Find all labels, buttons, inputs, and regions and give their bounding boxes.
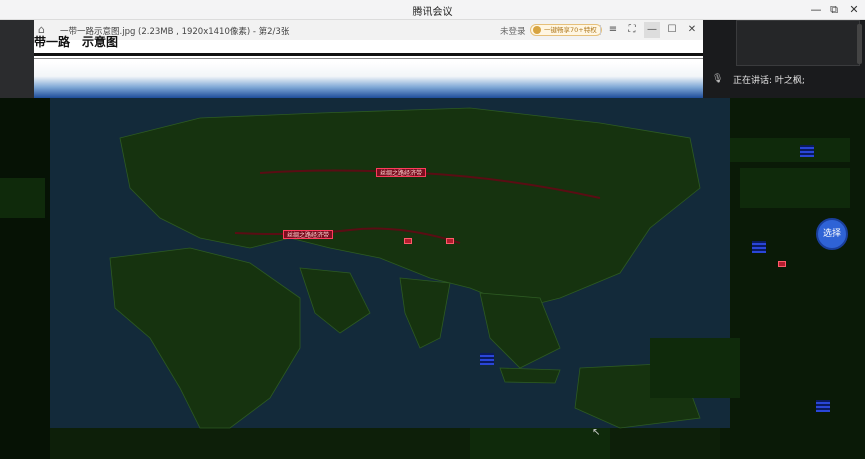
speaking-indicator: 🎙 正在讲话: 叶之枫; — [703, 68, 865, 98]
minimize-button[interactable]: — — [808, 2, 824, 18]
toolbar-divider — [600, 25, 601, 35]
shared-map-area: 丝绸之路经济带 丝绸之路经济带 — [0, 98, 865, 459]
menu-button[interactable]: ≡ — [605, 22, 621, 38]
microphone-icon: 🎙 — [712, 74, 724, 84]
participant-panel: 🎙 正在讲话: 叶之枫; — [703, 20, 865, 98]
viewer-titlebar: ⌂ 一带一路示意图.jpg (2.23MB , 1920x1410像素) - 第… — [34, 20, 703, 40]
viewer-minimize-button[interactable]: — — [644, 22, 660, 38]
route-label-north: 丝绸之路经济带 — [376, 168, 427, 177]
restore-button[interactable]: ⧉ — [826, 2, 842, 18]
world-map — [0, 98, 865, 459]
tencent-meeting-window: 腾讯会议 — ⧉ ✕ ⌂ 一带一路示意图.jpg (2.23MB , 1920x… — [0, 0, 865, 459]
heading-rule — [34, 53, 703, 56]
login-link[interactable]: 未登录 — [500, 25, 526, 37]
document-heading: 带一路 示意图 — [34, 35, 119, 49]
route-marker — [778, 261, 786, 267]
fullscreen-button[interactable]: ⛶ — [624, 22, 640, 38]
viewer-maximize-button[interactable]: ☐ — [664, 22, 680, 38]
blue-marker — [800, 145, 814, 157]
viewer-close-button[interactable]: ✕ — [684, 22, 700, 38]
app-title: 腾讯会议 — [412, 7, 453, 18]
left-panel-strip — [0, 20, 34, 98]
heading-rule-thin — [34, 58, 703, 59]
route-marker — [404, 238, 412, 244]
blue-marker — [816, 400, 830, 412]
coin-icon — [533, 26, 541, 34]
close-button[interactable]: ✕ — [846, 2, 862, 18]
blue-marker — [480, 353, 494, 365]
blue-marker — [752, 241, 766, 253]
route-label-central: 丝绸之路经济带 — [283, 230, 334, 239]
route-marker — [446, 238, 454, 244]
map-preview-strip — [34, 62, 703, 98]
video-thumbnail[interactable] — [736, 20, 860, 66]
speaking-text: 正在讲话: 叶之枫; — [733, 76, 805, 86]
upgrade-label: 一键畅享70+特权 — [544, 26, 597, 34]
image-viewer-window: ⌂ 一带一路示意图.jpg (2.23MB , 1920x1410像素) - 第… — [34, 20, 703, 98]
upgrade-button[interactable]: 一键畅享70+特权 — [530, 24, 602, 36]
floating-action-button[interactable]: 选择 — [816, 218, 848, 250]
meeting-titlebar: 腾讯会议 — ⧉ ✕ — [0, 0, 865, 20]
panel-scrollbar[interactable] — [857, 24, 862, 64]
mouse-cursor-icon: ↖ — [592, 427, 601, 438]
